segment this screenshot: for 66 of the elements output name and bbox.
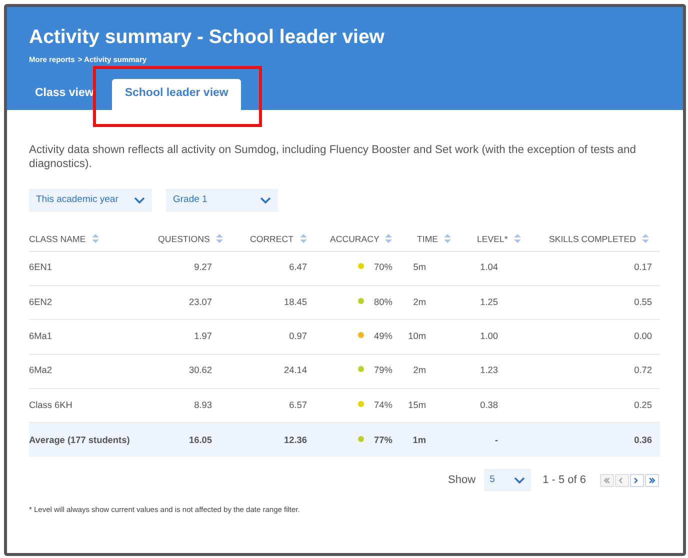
table-cell: 6EN1 [29,251,155,286]
table-cell: 6.47 [230,251,320,286]
table-cell: 6EN2 [29,285,155,320]
table-cell: 1.00 [470,320,540,354]
column-header[interactable]: CORRECT [230,229,320,251]
table-cell: 2m [405,354,470,389]
show-label: Show [448,473,476,488]
accuracy-value: 49% [374,331,392,342]
accuracy-value: 74% [374,400,392,410]
table-cell: 1.97 [155,320,230,354]
sort-icon [385,234,392,244]
table-cell: 0.36 [540,422,660,458]
accuracy-value: 77% [374,434,392,444]
column-header[interactable]: LEVEL* [470,229,540,251]
chevron-down-icon [514,476,525,484]
table-cell: 1m [405,422,470,458]
table-cell: Average (177 students) [29,422,155,458]
table-cell: 0.97 [230,320,320,354]
accuracy-value: 80% [374,296,392,307]
table-cell: 5m [405,251,470,286]
table-cell: 24.14 [230,354,320,389]
column-header[interactable]: CLASS NAME [29,229,155,251]
table-cell: 18.45 [230,285,320,320]
page-title: Activity summary - School leader view [29,25,386,49]
tab[interactable]: School leader view [112,78,242,110]
filter-dropdown[interactable]: This academic year [29,189,152,212]
table-cell: 23.07 [155,285,230,320]
column-header[interactable]: ACCURACY [320,229,405,251]
column-header[interactable]: QUESTIONS [155,229,230,251]
table-cell: - [470,422,540,458]
accuracy-value: 79% [374,365,392,376]
table-cell: 6Ma1 [29,320,155,354]
table-cell: 30.62 [155,354,230,389]
table-cell: 0.72 [540,354,660,389]
table-cell: 1.04 [470,251,540,286]
table-cell: 12.36 [230,422,320,458]
pagination-button[interactable] [630,474,644,487]
table-cell: 9.27 [155,251,230,286]
column-header[interactable]: TIME [405,229,470,251]
page-size-dropdown[interactable]: 5 [484,469,531,492]
accuracy-value: 70% [374,262,392,272]
description-text: Activity data shown reflects all activity on Sumdog, including Fluency Booster and Set work (with the exception of tests and diagnostics). [29,143,637,171]
sort-icon [92,234,99,244]
sort-icon [514,234,521,244]
column-header[interactable]: SKILLS COMPLETED [540,229,660,251]
filter-dropdown[interactable]: Grade 1 [166,189,278,212]
chevron-down-icon [134,197,145,204]
tab[interactable]: Class view [28,78,101,110]
table-cell: 0.00 [540,320,660,354]
sort-icon [300,234,306,244]
table-cell: 1.25 [470,285,540,320]
page-range-text: 1 - 5 of 6 [542,473,586,488]
table-cell: 0.17 [540,251,660,286]
table-cell: 0.55 [540,285,660,320]
table-cell: 2m [405,285,470,320]
table-cell: 1.23 [470,354,540,389]
table-cell: 6Ma2 [29,354,155,389]
table-cell: 16.05 [155,422,230,458]
sort-icon [444,234,452,244]
sort-icon [642,234,650,244]
double-chevron-left-icon [603,476,611,484]
pagination-button[interactable] [645,474,659,487]
table-cell: 10m [405,320,470,354]
double-chevron-right-icon [648,476,656,484]
chevron-down-icon [260,197,271,204]
sort-icon [216,234,223,244]
